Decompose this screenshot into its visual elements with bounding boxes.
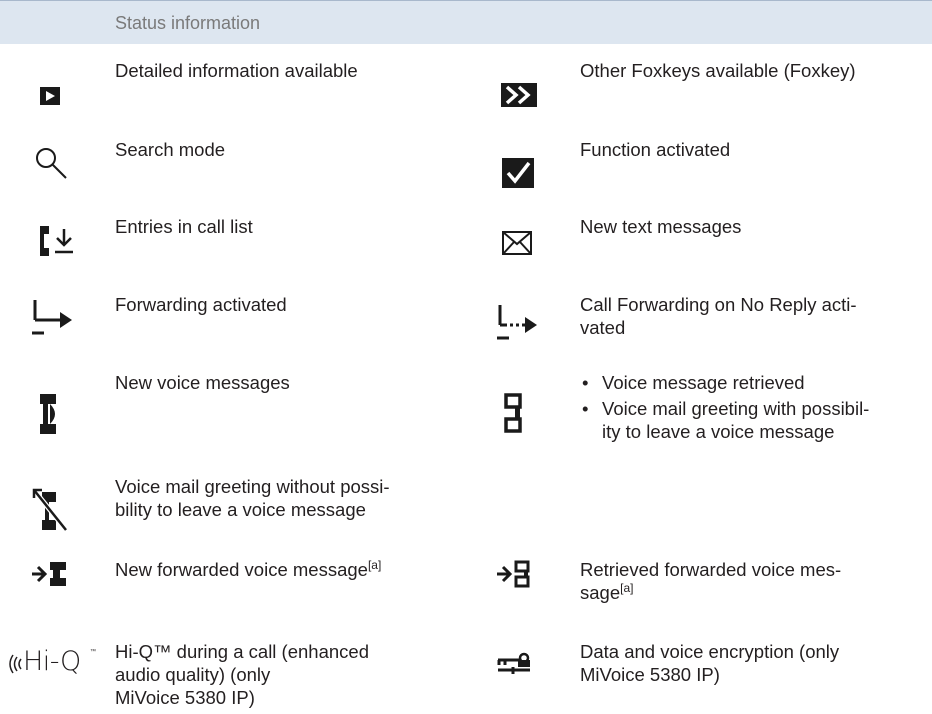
list-item-desc: Hi-Q™ during a call (enhanced audio qual…	[115, 641, 369, 708]
info-arrow-icon	[40, 87, 60, 105]
list-item-desc: Call Forwarding on No Reply acti- vated	[580, 294, 857, 338]
hi-q-logo: Hi-Q ™	[2, 646, 110, 682]
bullet-list: Voice message retrieved Voice mail greet…	[580, 371, 869, 446]
list-item-desc: Detailed information available	[115, 60, 358, 81]
forwarding-icon	[32, 300, 72, 335]
list-item: Voice mail greeting with possibil- ity t…	[580, 397, 869, 443]
table-header: Status information	[0, 0, 932, 44]
forwarded-voice-message-icon	[32, 562, 66, 586]
header-title: Status information	[115, 13, 261, 33]
voice-mail-no-leave-icon	[32, 488, 68, 532]
list-item-desc: Function activated	[580, 139, 731, 160]
list-item-desc: Retrieved forwarded voice mes- sage[a]	[580, 559, 842, 603]
list-item-desc: Other Foxkeys available (Foxkey)	[580, 60, 856, 81]
forwarding-no-reply-icon	[497, 305, 537, 340]
search-icon	[36, 148, 67, 179]
list-item-desc: New forwarded voice message[a]	[115, 557, 382, 580]
call-list-icon	[40, 226, 73, 256]
retrieved-forwarded-voice-icon	[497, 560, 530, 588]
checkmark-icon	[502, 158, 534, 188]
list-item-desc: Voice mail greeting without possi- bilit…	[115, 476, 390, 520]
list-item-desc: Data and voice encryption (only MiVoice …	[580, 641, 840, 685]
sound-wave-icon	[9, 654, 22, 674]
list-item-desc: Search mode	[115, 139, 226, 160]
list-item-desc: New voice messages	[115, 372, 290, 393]
trademark-mark: ™	[90, 649, 96, 655]
list-item-desc: Forwarding activated	[115, 294, 287, 315]
list-item: Voice message retrieved	[580, 371, 869, 394]
list-item-desc: New text messages	[580, 216, 742, 237]
foxkey-more-icon	[501, 83, 537, 107]
voice-message-icon	[40, 394, 56, 434]
list-item-desc: Entries in call list	[115, 216, 253, 237]
encryption-icon	[497, 652, 530, 674]
voice-message-retrieved-icon	[504, 393, 522, 433]
envelope-icon	[502, 231, 532, 255]
